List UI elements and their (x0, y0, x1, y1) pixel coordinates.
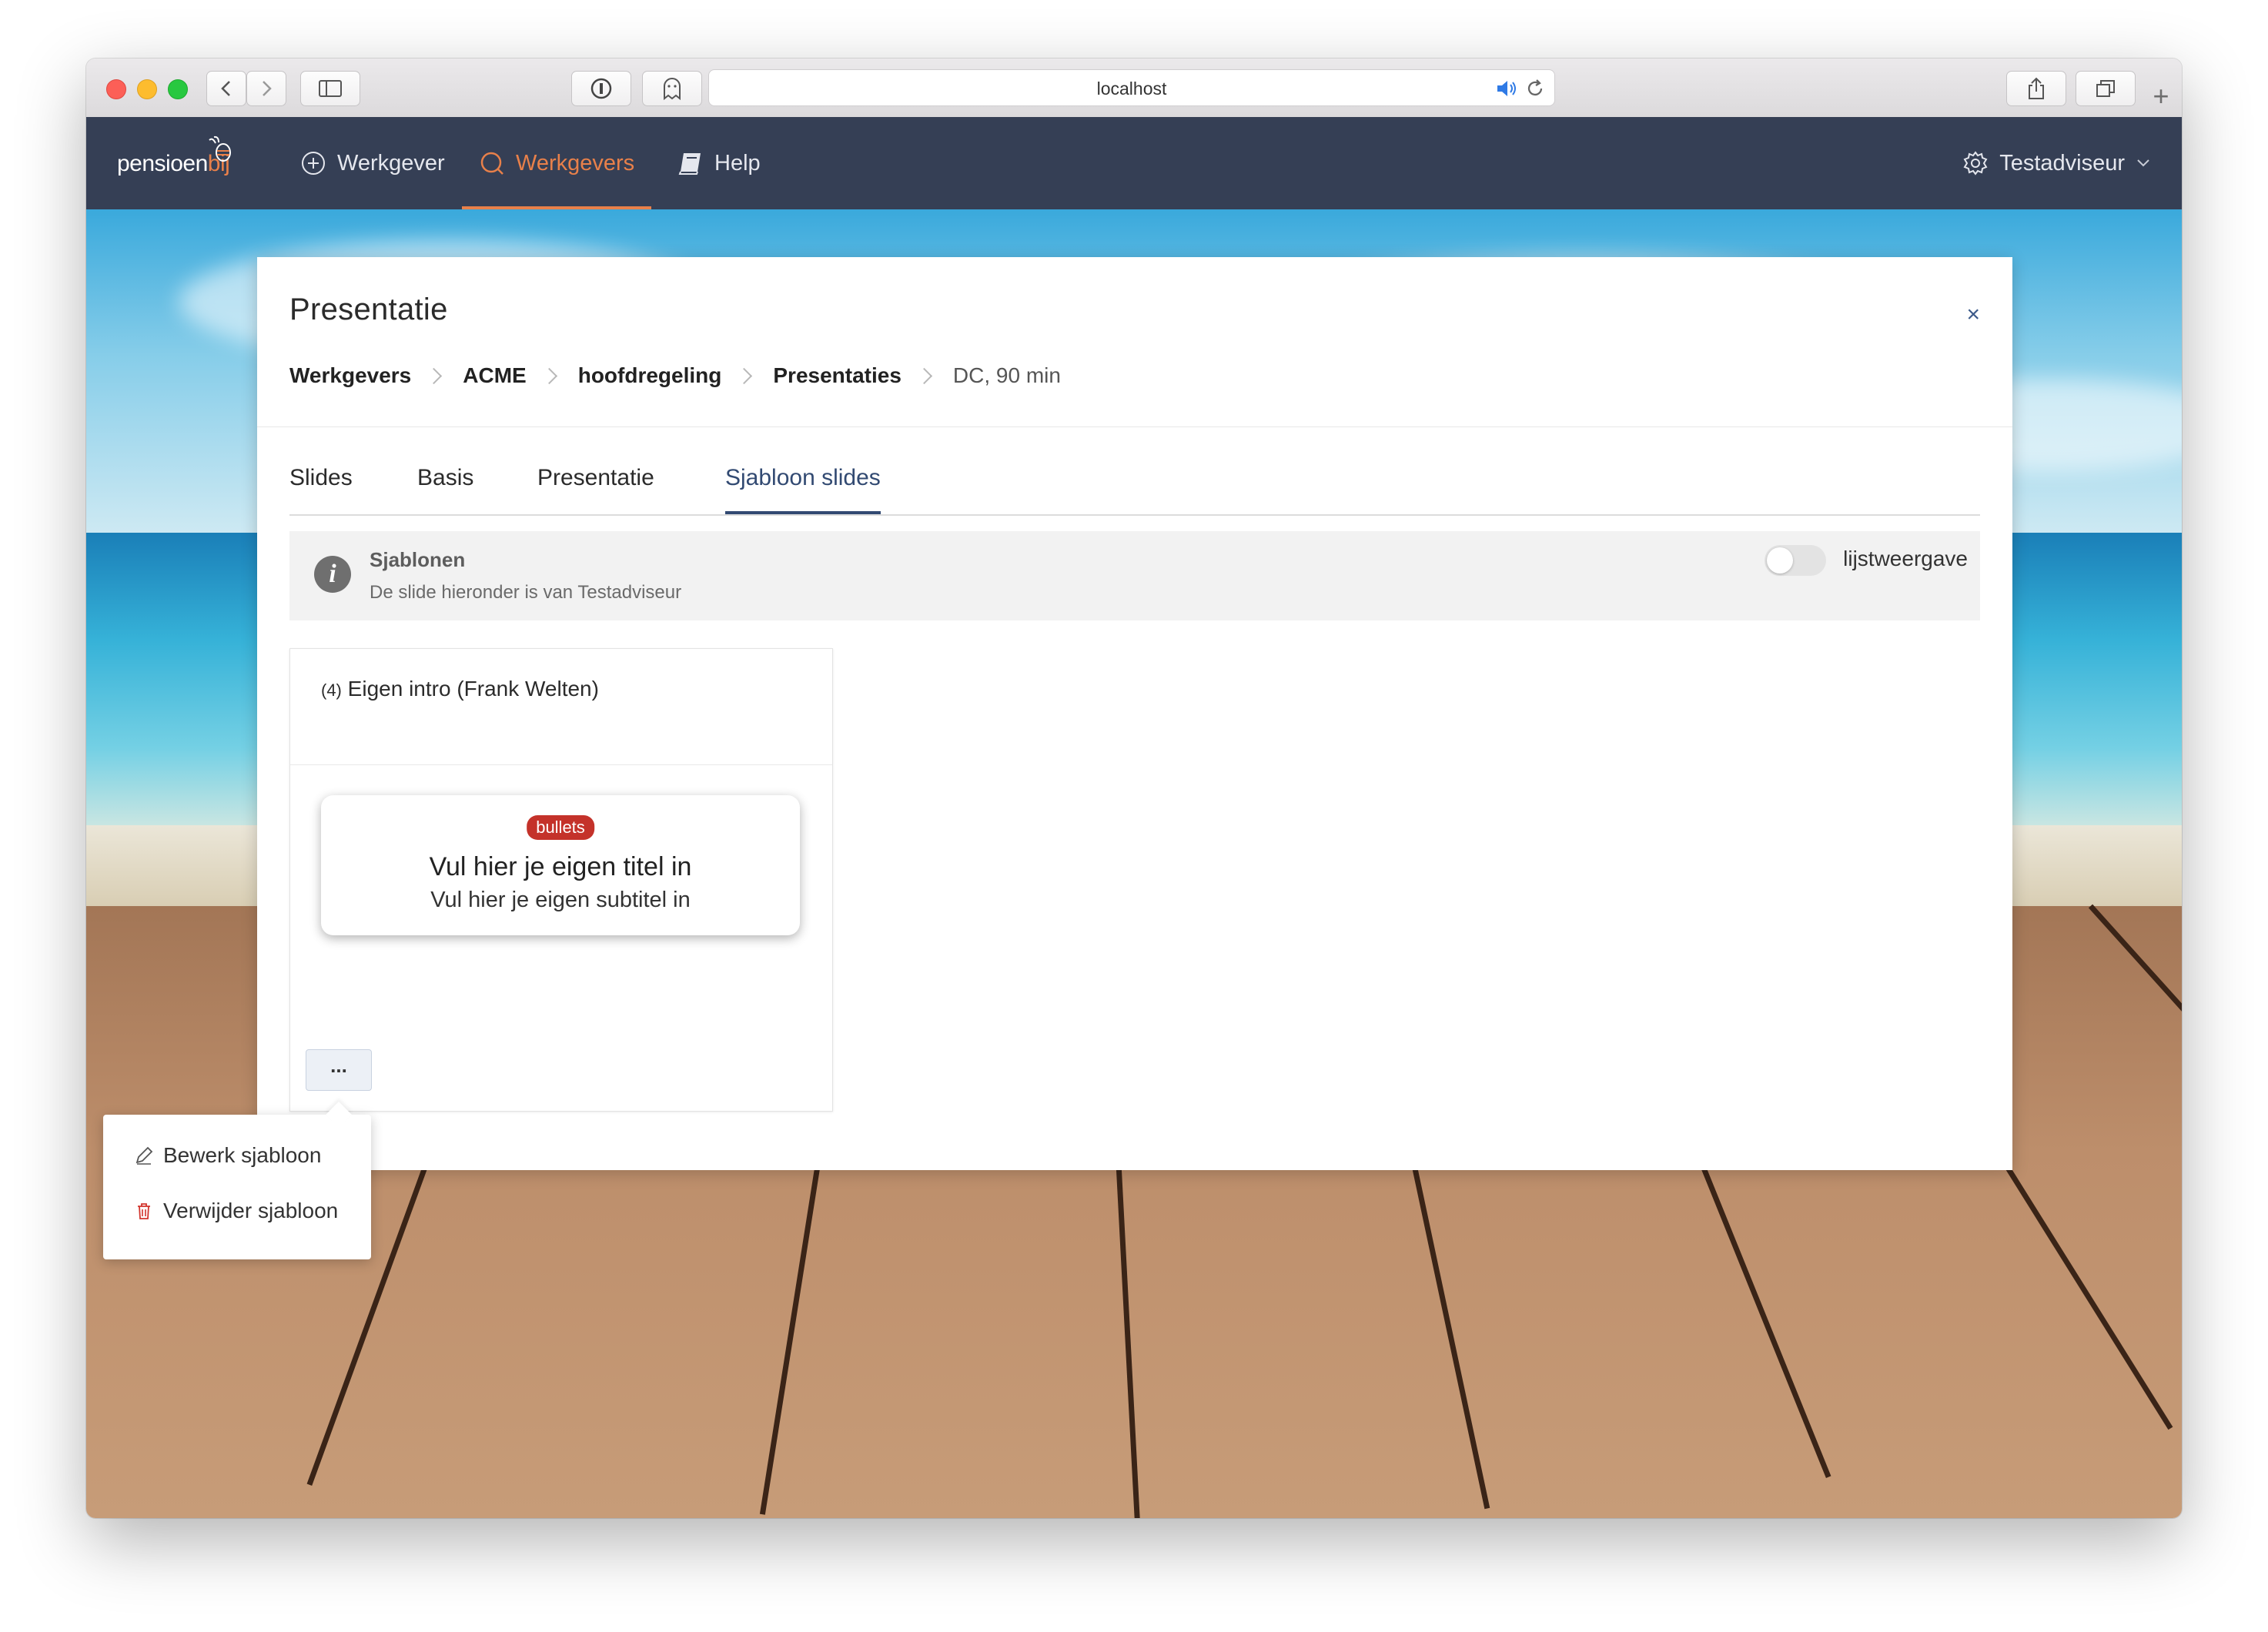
chevron-right-icon (915, 367, 933, 384)
plus-icon: + (2153, 80, 2169, 112)
speaker-icon (1497, 81, 1516, 96)
chevron-left-icon (221, 81, 230, 96)
tab-bar: Slides Basis Presentatie Sjabloon slides (289, 465, 1980, 516)
tab-sjabloon-slides[interactable]: Sjabloon slides (725, 465, 881, 514)
password-extension-button[interactable] (571, 71, 631, 106)
new-tab-button[interactable]: + (2140, 75, 2182, 117)
header-divider (257, 426, 2012, 427)
card-divider (290, 764, 832, 765)
chevron-down-icon (2137, 159, 2149, 167)
bee-icon (209, 135, 231, 162)
trash-icon (138, 1203, 150, 1219)
pencil-icon (135, 1146, 153, 1165)
sidebar-icon (319, 80, 342, 97)
nav-help[interactable]: Help (677, 117, 761, 209)
card-title: (4) Eigen intro (Frank Welten) (321, 677, 599, 701)
browser-toolbar: localhost + (86, 59, 2182, 118)
user-menu[interactable]: Testadviseur (1962, 117, 2151, 209)
modal-title: Presentatie (289, 293, 448, 326)
info-icon: i (314, 556, 351, 593)
card-number: (4) (321, 681, 342, 700)
tab-presentatie[interactable]: Presentatie (537, 465, 654, 513)
ghostery-extension-button[interactable] (642, 71, 702, 106)
zoom-window-button[interactable] (168, 79, 188, 99)
info-title: Sjablonen (370, 548, 466, 571)
breadcrumb: Werkgevers ACME hoofdregeling Presentati… (289, 363, 1061, 388)
ghost-icon (664, 78, 681, 100)
forward-button[interactable] (246, 71, 286, 106)
address-bar[interactable]: localhost (708, 69, 1555, 106)
logo-text-main: pensioen (117, 151, 208, 176)
back-button[interactable] (206, 71, 246, 106)
sidebar-toggle-button[interactable] (300, 71, 360, 106)
share-icon (2029, 77, 2044, 99)
reload-icon[interactable] (1525, 79, 1545, 99)
browser-window: localhost + pensioenbij Werkgever Werkge… (86, 59, 2182, 1518)
close-icon[interactable]: × (1966, 303, 1980, 326)
gear-icon (1963, 151, 1988, 176)
template-card: (4) Eigen intro (Frank Welten) bullets V… (289, 648, 833, 1112)
breadcrumb-hoofdregeling[interactable]: hoofdregeling (578, 363, 722, 388)
chevron-right-icon (426, 367, 443, 384)
card-title-text: Eigen intro (Frank Welten) (347, 677, 599, 701)
info-text: De slide hieronder is van Testadviseur (370, 582, 682, 603)
chevron-right-icon (263, 81, 272, 96)
chevron-right-icon (540, 367, 557, 384)
tabs-icon (2096, 80, 2115, 97)
menu-item-delete-template[interactable]: Verwijder sjabloon (134, 1192, 338, 1230)
tab-overview-button[interactable] (2076, 71, 2136, 106)
minimize-window-button[interactable] (137, 79, 157, 99)
nav-help-label: Help (714, 150, 761, 176)
share-button[interactable] (2006, 71, 2066, 106)
close-window-button[interactable] (106, 79, 126, 99)
list-view-toggle[interactable] (1765, 545, 1826, 576)
list-view-label[interactable]: lijstweergave (1843, 547, 1968, 571)
info-box: i Sjablonen De slide hieronder is van Te… (289, 531, 1980, 620)
search-icon (480, 152, 503, 175)
menu-item-edit-label: Bewerk sjabloon (163, 1143, 322, 1167)
slide-preview[interactable]: bullets Vul hier je eigen titel in Vul h… (321, 795, 800, 935)
app-navbar: pensioenbij Werkgever Werkgevers Help Te… (86, 117, 2182, 209)
nav-werkgever[interactable]: Werkgever (300, 117, 445, 209)
toggle-knob (1767, 547, 1793, 574)
onepassword-icon (590, 78, 612, 99)
url-text: localhost (1096, 79, 1167, 99)
presentation-modal: Presentatie × Werkgevers ACME hoofdregel… (257, 257, 2012, 1170)
menu-item-edit-template[interactable]: Bewerk sjabloon (134, 1136, 321, 1175)
tab-slides[interactable]: Slides (289, 465, 353, 513)
plus-circle-icon (302, 152, 325, 175)
breadcrumb-acme[interactable]: ACME (463, 363, 526, 388)
breadcrumb-werkgevers[interactable]: Werkgevers (289, 363, 411, 388)
nav-werkgever-label: Werkgever (337, 150, 445, 176)
more-actions-button[interactable]: ... (306, 1049, 372, 1091)
breadcrumb-current: DC, 90 min (952, 363, 1061, 387)
tab-basis[interactable]: Basis (417, 465, 473, 513)
chevron-right-icon (736, 367, 753, 384)
menu-item-delete-label: Verwijder sjabloon (163, 1199, 339, 1222)
user-name: Testadviseur (1999, 150, 2125, 176)
actions-dropdown-menu: Bewerk sjabloon Verwijder sjabloon (103, 1115, 371, 1259)
slide-subtitle: Vul hier je eigen subtitel in (430, 888, 691, 912)
slide-type-badge: bullets (527, 815, 594, 840)
breadcrumb-presentaties[interactable]: Presentaties (773, 363, 902, 388)
book-icon (678, 153, 701, 175)
nav-werkgevers[interactable]: Werkgevers (462, 117, 652, 209)
nav-werkgevers-label: Werkgevers (516, 150, 635, 176)
slide-title: Vul hier je eigen titel in (429, 852, 692, 881)
